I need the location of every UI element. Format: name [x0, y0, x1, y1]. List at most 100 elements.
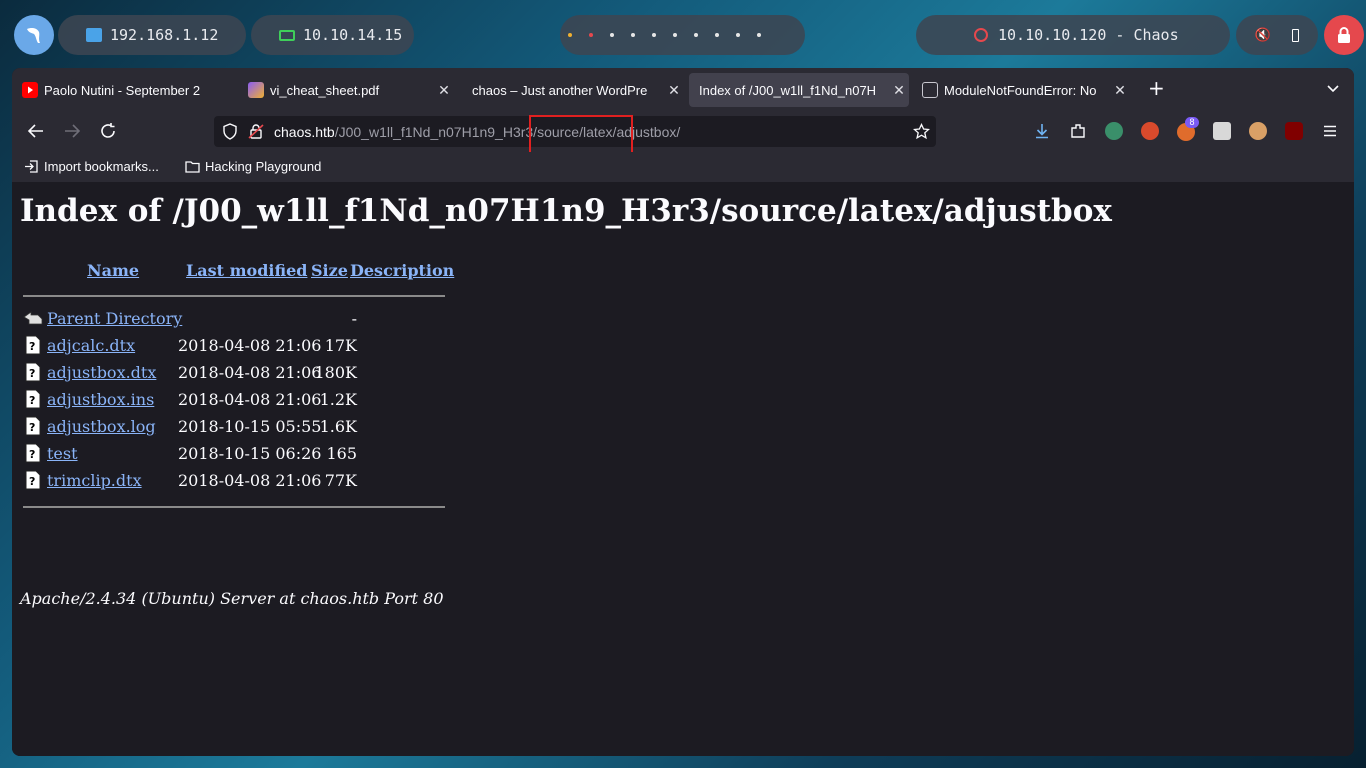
- workspace-dot[interactable]: [631, 33, 635, 37]
- unknown-file-icon: ?: [25, 443, 41, 463]
- workspace-dot[interactable]: [610, 33, 614, 37]
- annotation-highlight-box: [529, 115, 633, 155]
- file-link[interactable]: adjustbox.log: [47, 417, 156, 436]
- kali-menu-button[interactable]: [14, 15, 54, 55]
- target-text: 10.10.10.120 - Chaos: [998, 26, 1179, 44]
- import-icon: [25, 160, 38, 173]
- tab-module-error[interactable]: ModuleNotFoundError: No ✕: [912, 73, 1130, 107]
- insecure-lock-icon[interactable]: [248, 123, 264, 140]
- table-row: ? trimclip.dtx 2018-04-08 21:06 77K: [23, 469, 463, 496]
- laptop-icon: [279, 29, 295, 41]
- target-widget[interactable]: 10.10.10.120 - Chaos: [916, 15, 1230, 55]
- server-signature: Apache/2.4.34 (Ubuntu) Server at chaos.h…: [20, 589, 444, 608]
- tab-wordpress[interactable]: chaos – Just another WordPre ✕: [462, 73, 684, 107]
- reload-button[interactable]: [98, 121, 118, 141]
- chevron-down-icon[interactable]: [1325, 80, 1341, 96]
- tab-index-active[interactable]: Index of /J00_w1ll_f1Nd_n07H ✕: [689, 73, 909, 107]
- network-icon: [86, 28, 102, 42]
- import-bookmarks-label: Import bookmarks...: [44, 159, 159, 174]
- file-date: 2018-10-15 06:26: [178, 444, 322, 463]
- close-tab-icon[interactable]: ✕: [434, 82, 454, 99]
- dragon-icon: [27, 28, 40, 43]
- back-folder-icon: [23, 311, 43, 325]
- youtube-icon: [22, 82, 38, 98]
- svg-text:?: ?: [29, 421, 35, 434]
- forward-button[interactable]: [62, 121, 82, 141]
- workspace-dot[interactable]: [673, 33, 677, 37]
- ublock-icon[interactable]: [1285, 122, 1303, 140]
- close-tab-icon[interactable]: ✕: [664, 82, 684, 99]
- workspace-dot[interactable]: [589, 33, 593, 37]
- unknown-file-icon: ?: [25, 470, 41, 490]
- back-button[interactable]: [26, 121, 46, 141]
- workspace-dot[interactable]: [736, 33, 740, 37]
- workspace-dot[interactable]: [694, 33, 698, 37]
- lock-icon: [1338, 27, 1350, 43]
- local-ip-widget[interactable]: 192.168.1.12: [58, 15, 246, 55]
- file-size: 1.6K: [319, 417, 357, 436]
- table-row: Parent Directory -: [23, 307, 463, 334]
- file-size: 165: [326, 444, 357, 463]
- extensions-icon[interactable]: [1069, 122, 1087, 140]
- bookmark-folder-label: Hacking Playground: [205, 159, 322, 174]
- new-tab-button[interactable]: +: [1148, 78, 1165, 98]
- workspace-switcher[interactable]: [560, 15, 805, 55]
- extension-badge: 8: [1185, 117, 1199, 128]
- unknown-file-icon: ?: [25, 335, 41, 355]
- battery-icon[interactable]: [1292, 28, 1300, 42]
- file-date: 2018-04-08 21:06: [178, 336, 322, 355]
- cube-icon: [922, 82, 938, 98]
- close-tab-icon[interactable]: ✕: [889, 82, 909, 99]
- svg-text:?: ?: [29, 448, 35, 461]
- extension-cookie-icon[interactable]: [1213, 122, 1231, 140]
- file-link[interactable]: adjcalc.dtx: [47, 336, 135, 355]
- tab-title: chaos – Just another WordPre: [472, 82, 648, 98]
- volume-muted-icon[interactable]: 🔇: [1255, 28, 1271, 43]
- file-link[interactable]: trimclip.dtx: [47, 471, 142, 490]
- downloads-icon[interactable]: [1033, 122, 1051, 140]
- pdf-icon: [248, 82, 264, 98]
- vpn-ip-widget[interactable]: 10.10.14.15: [251, 15, 414, 55]
- tab-youtube[interactable]: Paolo Nutini - September 2: [12, 73, 238, 107]
- table-row: ? adjustbox.log 2018-10-15 05:55 1.6K: [23, 415, 463, 442]
- tab-pdf[interactable]: vi_cheat_sheet.pdf ✕: [238, 73, 454, 107]
- workspace-dot[interactable]: [568, 33, 572, 37]
- desktop-top-bar: 192.168.1.12 10.10.14.15 10.10.10.120 - …: [0, 0, 1366, 70]
- bookmark-folder-hacking[interactable]: Hacking Playground: [185, 159, 321, 174]
- workspace-dot[interactable]: [652, 33, 656, 37]
- extension-avatar-icon[interactable]: [1249, 122, 1267, 140]
- file-link[interactable]: Parent Directory: [47, 309, 182, 328]
- file-size: 17K: [324, 336, 357, 355]
- column-header-name[interactable]: Name: [87, 261, 139, 280]
- file-link[interactable]: adjustbox.ins: [47, 390, 154, 409]
- table-row: ? adjustbox.ins 2018-04-08 21:06 1.2K: [23, 388, 463, 415]
- file-date: 2018-04-08 21:06: [178, 363, 322, 382]
- hamburger-menu-icon[interactable]: [1321, 122, 1339, 140]
- star-bookmark-icon[interactable]: [913, 123, 930, 140]
- unknown-file-icon: ?: [25, 362, 41, 382]
- column-header-modified[interactable]: Last modified: [186, 261, 307, 280]
- extension-santa-icon[interactable]: [1141, 122, 1159, 140]
- close-tab-icon[interactable]: ✕: [1110, 82, 1130, 99]
- workspace-dot[interactable]: [757, 33, 761, 37]
- file-date: 2018-10-15 05:55: [178, 417, 322, 436]
- svg-text:?: ?: [29, 340, 35, 353]
- extension-glasses-icon[interactable]: [1105, 122, 1123, 140]
- target-icon: [974, 28, 988, 42]
- local-ip-text: 192.168.1.12: [110, 26, 219, 44]
- import-bookmarks-item[interactable]: Import bookmarks...: [24, 159, 159, 174]
- svg-text:?: ?: [29, 367, 35, 380]
- reload-icon: [101, 123, 115, 138]
- shield-icon[interactable]: [222, 123, 238, 140]
- file-link[interactable]: adjustbox.dtx: [47, 363, 156, 382]
- column-header-description[interactable]: Description: [350, 261, 454, 280]
- workspace-dot[interactable]: [715, 33, 719, 37]
- arrow-right-icon: [65, 124, 81, 138]
- column-header-size[interactable]: Size: [311, 261, 348, 280]
- navigation-toolbar: chaos.htb/J00_w1ll_f1Nd_n07H1n9_H3r3/sou…: [12, 110, 1354, 155]
- unknown-file-icon: ?: [25, 416, 41, 436]
- table-row: ? test 2018-10-15 06:26 165: [23, 442, 463, 469]
- lock-screen-button[interactable]: [1324, 15, 1364, 55]
- tab-title: vi_cheat_sheet.pdf: [270, 82, 380, 98]
- file-link[interactable]: test: [47, 444, 78, 463]
